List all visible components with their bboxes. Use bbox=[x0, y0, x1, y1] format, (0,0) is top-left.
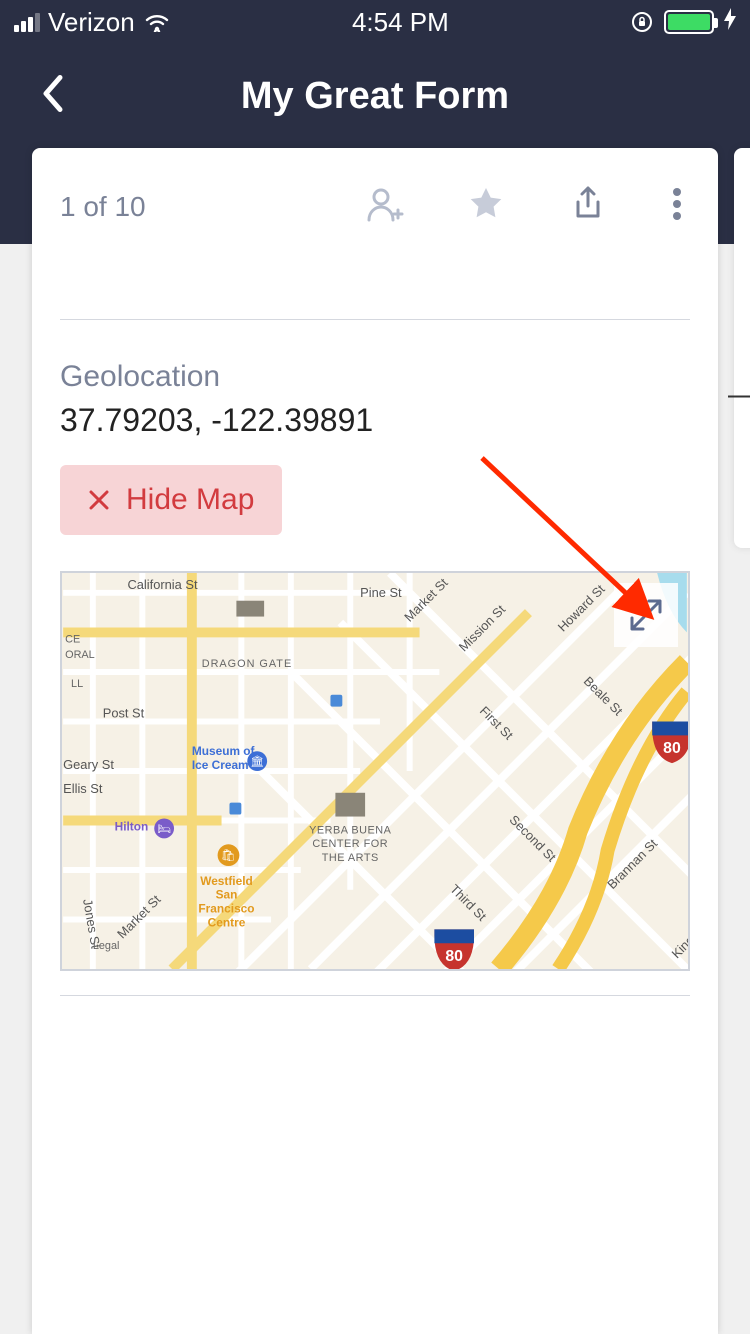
svg-text:THE ARTS: THE ARTS bbox=[322, 852, 379, 864]
expand-map-button[interactable] bbox=[614, 583, 678, 647]
svg-text:San: San bbox=[216, 888, 238, 902]
svg-text:80: 80 bbox=[663, 740, 681, 757]
status-time: 4:54 PM bbox=[352, 7, 449, 38]
svg-text:Geary St: Geary St bbox=[63, 757, 114, 772]
status-right bbox=[630, 8, 736, 36]
star-icon[interactable] bbox=[460, 178, 512, 235]
back-button[interactable] bbox=[30, 64, 74, 129]
svg-text:80: 80 bbox=[445, 948, 463, 965]
svg-text:Post St: Post St bbox=[103, 706, 145, 721]
svg-text:Museum of: Museum of bbox=[192, 744, 255, 758]
svg-text:Legal: Legal bbox=[93, 940, 120, 952]
svg-text:Westfield: Westfield bbox=[200, 874, 253, 888]
svg-text:Pine St: Pine St bbox=[360, 585, 402, 600]
charging-icon bbox=[724, 8, 736, 36]
close-icon bbox=[88, 489, 110, 511]
map-svg: 80 80 🛍 🛏 🏛 California St Pine St Post S… bbox=[62, 573, 688, 969]
page-title: My Great Form bbox=[241, 75, 509, 118]
svg-text:Ice Cream: Ice Cream bbox=[192, 758, 249, 772]
svg-text:🛍: 🛍 bbox=[221, 848, 236, 862]
divider bbox=[60, 995, 690, 996]
nav-bar: My Great Form bbox=[0, 44, 750, 148]
geolocation-section: Geolocation 37.79203, -122.39891 Hide Ma… bbox=[32, 320, 718, 535]
add-user-icon[interactable] bbox=[358, 178, 410, 235]
next-card-peek[interactable] bbox=[734, 148, 750, 548]
hide-map-button[interactable]: Hide Map bbox=[60, 465, 282, 535]
map-preview[interactable]: 80 80 🛍 🛏 🏛 California St Pine St Post S… bbox=[60, 571, 690, 971]
rotation-lock-icon bbox=[630, 10, 654, 34]
status-bar: Verizon 4:54 PM bbox=[0, 0, 750, 44]
svg-text:YERBA BUENA: YERBA BUENA bbox=[309, 824, 391, 836]
svg-text:CE: CE bbox=[65, 633, 80, 645]
status-left: Verizon bbox=[14, 7, 171, 38]
svg-text:Francisco: Francisco bbox=[198, 902, 254, 916]
geolocation-value: 37.79203, -122.39891 bbox=[60, 402, 690, 439]
svg-text:CENTER FOR: CENTER FOR bbox=[312, 838, 388, 850]
geolocation-label: Geolocation bbox=[60, 360, 690, 394]
carrier-label: Verizon bbox=[48, 7, 135, 38]
wifi-icon bbox=[143, 12, 171, 32]
svg-text:Ellis St: Ellis St bbox=[63, 781, 103, 796]
form-card: 1 of 10 Geolocation 37.79203, -122.39891… bbox=[32, 148, 718, 1334]
battery-icon bbox=[664, 10, 714, 34]
svg-text:Hilton: Hilton bbox=[115, 819, 149, 833]
page-indicator: 1 of 10 bbox=[60, 191, 146, 223]
next-card-peek-text: — bbox=[728, 378, 750, 412]
svg-text:Centre: Centre bbox=[208, 915, 246, 929]
signal-icon bbox=[14, 12, 40, 32]
card-actions bbox=[358, 178, 690, 235]
more-icon[interactable] bbox=[664, 178, 690, 235]
svg-text:California St: California St bbox=[127, 577, 197, 592]
share-icon[interactable] bbox=[562, 178, 614, 235]
hide-map-label: Hide Map bbox=[126, 483, 254, 517]
svg-text:LL: LL bbox=[71, 678, 83, 690]
svg-text:DRAGON GATE: DRAGON GATE bbox=[202, 658, 292, 670]
svg-text:ORAL: ORAL bbox=[65, 649, 95, 661]
card-header: 1 of 10 bbox=[32, 148, 718, 245]
svg-text:🛏: 🛏 bbox=[157, 823, 171, 835]
